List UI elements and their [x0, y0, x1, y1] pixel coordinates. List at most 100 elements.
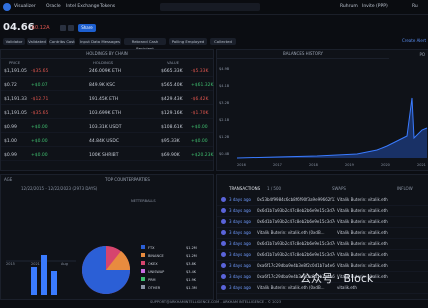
arrow-icon: [221, 219, 226, 224]
tag-chips: Validator Validated Contribs Cost Input …: [0, 38, 250, 51]
chip-input-data[interactable]: Input Data Messages: [79, 38, 121, 45]
arrow-icon: [221, 230, 226, 235]
pager[interactable]: 1 / 500: [267, 186, 281, 191]
arrow-icon: [221, 285, 226, 290]
transaction-row[interactable]: 3 days ago 0x6d1b7a93b2c47c8eb2b6e9e15c3d…: [217, 206, 428, 217]
holding-row[interactable]: $1,191.33 -$12.71 191.45K ETH $429.43K -$6.4…: [1, 94, 213, 105]
chip-rebrand[interactable]: Rebrand Cash Recipient: [124, 38, 166, 51]
arrow-icon: [221, 241, 226, 246]
chip-collected[interactable]: Collected: [210, 38, 236, 45]
legend-swatch: [141, 269, 145, 273]
tx-hash: Vitalik Buterin: vitalik.eth (0xdB...: [257, 230, 325, 235]
holding-holding: 103.699K ETH: [89, 111, 121, 116]
holdings-panel: HOLDINGS BY CHAIN PRICE HOLDINGS VALUE $…: [0, 49, 214, 171]
tx-age: 3 days ago: [229, 285, 251, 290]
legend-value: $1.2M: [186, 254, 197, 258]
holding-holding: 100K SHRIBT: [89, 153, 119, 158]
nav-item-oracle[interactable]: Oracle: [46, 4, 61, 9]
tx-age: 3 days ago: [229, 263, 251, 268]
panel-title: TOP COUNTERPARTIES: [105, 177, 150, 182]
legend-label: OTHER: [148, 286, 161, 290]
y-tick-label: $1.2B: [219, 135, 230, 139]
legend-label: PRM: [148, 278, 156, 282]
search-input[interactable]: [160, 3, 260, 11]
balance-change: -$0.12A: [30, 25, 50, 31]
tab-transactions[interactable]: TRANSACTIONS: [229, 186, 260, 191]
tx-hash: 0x6d1b7a93b2c47c8eb2b6e9e15c3d7ef4: [257, 241, 335, 246]
twitter-icon[interactable]: [60, 25, 66, 31]
nav-item-user[interactable]: Ru: [412, 4, 418, 9]
holding-value: $565.40K: [161, 83, 183, 88]
bar: [41, 255, 47, 295]
holding-row[interactable]: $1,191.05 -$35.65 103.699K ETH $129.16K -$1.…: [1, 108, 213, 119]
tx-to: Vitalik Buterin: vitalik.eth: [337, 219, 388, 224]
holding-pchg: +$0.00: [31, 153, 48, 158]
chip-validated[interactable]: Validated: [27, 38, 47, 45]
legend-label: UNISWAP: [148, 270, 164, 274]
x-tick-label: 2018: [309, 163, 318, 167]
nav-item-visualizer[interactable]: Visualizer: [14, 4, 36, 9]
logo-icon[interactable]: [3, 3, 11, 11]
y-tick-label: $2.1B: [219, 118, 230, 122]
holding-row[interactable]: $0.99 +$0.00 100K SHRIBT $69.90K +$20.23K: [1, 150, 213, 161]
tx-age: 3 days ago: [229, 219, 251, 224]
transaction-row[interactable]: 3 days ago 0x6d1b7a93b2c47c8eb2b6e9e15c3d…: [217, 250, 428, 261]
tx-age: 3 days ago: [229, 274, 251, 279]
legend-swatch: [141, 245, 145, 249]
create-alert-button[interactable]: Create Alert: [402, 38, 426, 43]
counterparty-charts: 2015 2021 Aug FTX $1.2M BINANCE $1.2M OKEX $3…: [6, 245, 197, 295]
holding-value: $429.43K: [161, 97, 183, 102]
nav-item-tokens[interactable]: Tokens: [100, 4, 115, 9]
transaction-row[interactable]: 3 days ago 0x6d1b7a93b2c47c8eb2b6e9e15c3d…: [217, 239, 428, 250]
nav-item-ruhrum[interactable]: Ruhrum: [340, 4, 358, 9]
panel-title: HOLDINGS BY CHAIN: [1, 50, 213, 59]
holding-vchg: -$1.70K: [191, 111, 209, 116]
holding-row[interactable]: $1.00 +$0.00 44.84K USDC $95.33K +$0.00: [1, 136, 213, 147]
tab-swaps[interactable]: SWAPS: [332, 186, 346, 191]
date-range[interactable]: 12/22/2015 - 12/22/2023 (2973 DAYS): [21, 186, 97, 191]
tab-age[interactable]: AGE: [4, 177, 12, 182]
holding-holding: 849.9K KSC: [89, 83, 116, 88]
tx-hash: 0xa6f17c29dba9e4b3e8f2c0d1b7a4e6c9: [257, 263, 335, 268]
month-label: 2015: [6, 262, 15, 266]
holding-price: $1,191.05: [4, 111, 27, 116]
transaction-row[interactable]: 3 days ago 0x6d1b7a93b2c47c8eb2b6e9e15c3d…: [217, 217, 428, 228]
y-tick-label: $0.4B: [219, 152, 230, 156]
legend-value: $1.9K: [186, 278, 197, 282]
balance-area: [237, 98, 427, 158]
chip-validator[interactable]: Validator: [3, 38, 25, 45]
holding-price: $0.99: [4, 125, 17, 130]
linkedin-icon[interactable]: [68, 25, 74, 31]
nav-item-intel-exchange[interactable]: Intel Exchange: [66, 4, 99, 9]
bar: [31, 267, 37, 295]
holding-holding: 103.31K USDT: [89, 125, 122, 130]
tab-inflow[interactable]: INFLOW: [397, 186, 413, 191]
legend-value: $3.8K: [186, 262, 197, 266]
tab-po[interactable]: PO: [419, 52, 425, 57]
transaction-row[interactable]: 3 days ago 0x53b4f9984c6cb8f6f90f3a9e9966…: [217, 195, 428, 206]
holding-row[interactable]: $1,191.05 -$35.65 246.009K ETH $665.33K -$5.…: [1, 66, 213, 77]
month-label: 2021: [31, 262, 40, 266]
footer-text: SUPPORT@ARKHAMINTELLIGENCE.COM - ARKHAM …: [150, 300, 282, 304]
tx-to: Vitalik Buterin: vitalik.eth: [337, 230, 388, 235]
y-tick-label: $4.1B: [219, 84, 230, 88]
y-tick-label: $3.2B: [219, 101, 230, 105]
arrow-icon: [221, 252, 226, 257]
holding-price: $1,191.33: [4, 97, 27, 102]
transaction-row[interactable]: 3 days ago Vitalik Buterin: vitalik.eth (…: [217, 228, 428, 239]
chip-polling[interactable]: Polling Employed: [169, 38, 207, 45]
nav-item-invite[interactable]: Invite (PPP): [362, 4, 388, 9]
col-holdings: HOLDINGS: [93, 60, 114, 65]
share-button[interactable]: Share: [78, 24, 96, 32]
net-label: NETTERBALLS: [131, 199, 156, 203]
chip-contribs[interactable]: Contribs Cost: [49, 38, 75, 45]
tx-age: 3 days ago: [229, 230, 251, 235]
holding-price: $0.72: [4, 83, 17, 88]
col-price: PRICE: [9, 60, 21, 65]
x-tick-label: 2017: [273, 163, 282, 167]
holding-row[interactable]: $0.99 +$0.00 103.31K USDT $108.61K +$0.00: [1, 122, 213, 133]
counterparties-panel: AGE TOP COUNTERPARTIES 12/22/2015 - 12/2…: [0, 174, 214, 300]
holding-row[interactable]: $0.72 +$0.07 849.9K KSC $565.40K +$61.32K: [1, 80, 213, 91]
legend-value: $1.2M: [186, 246, 197, 250]
bar: [51, 271, 57, 295]
